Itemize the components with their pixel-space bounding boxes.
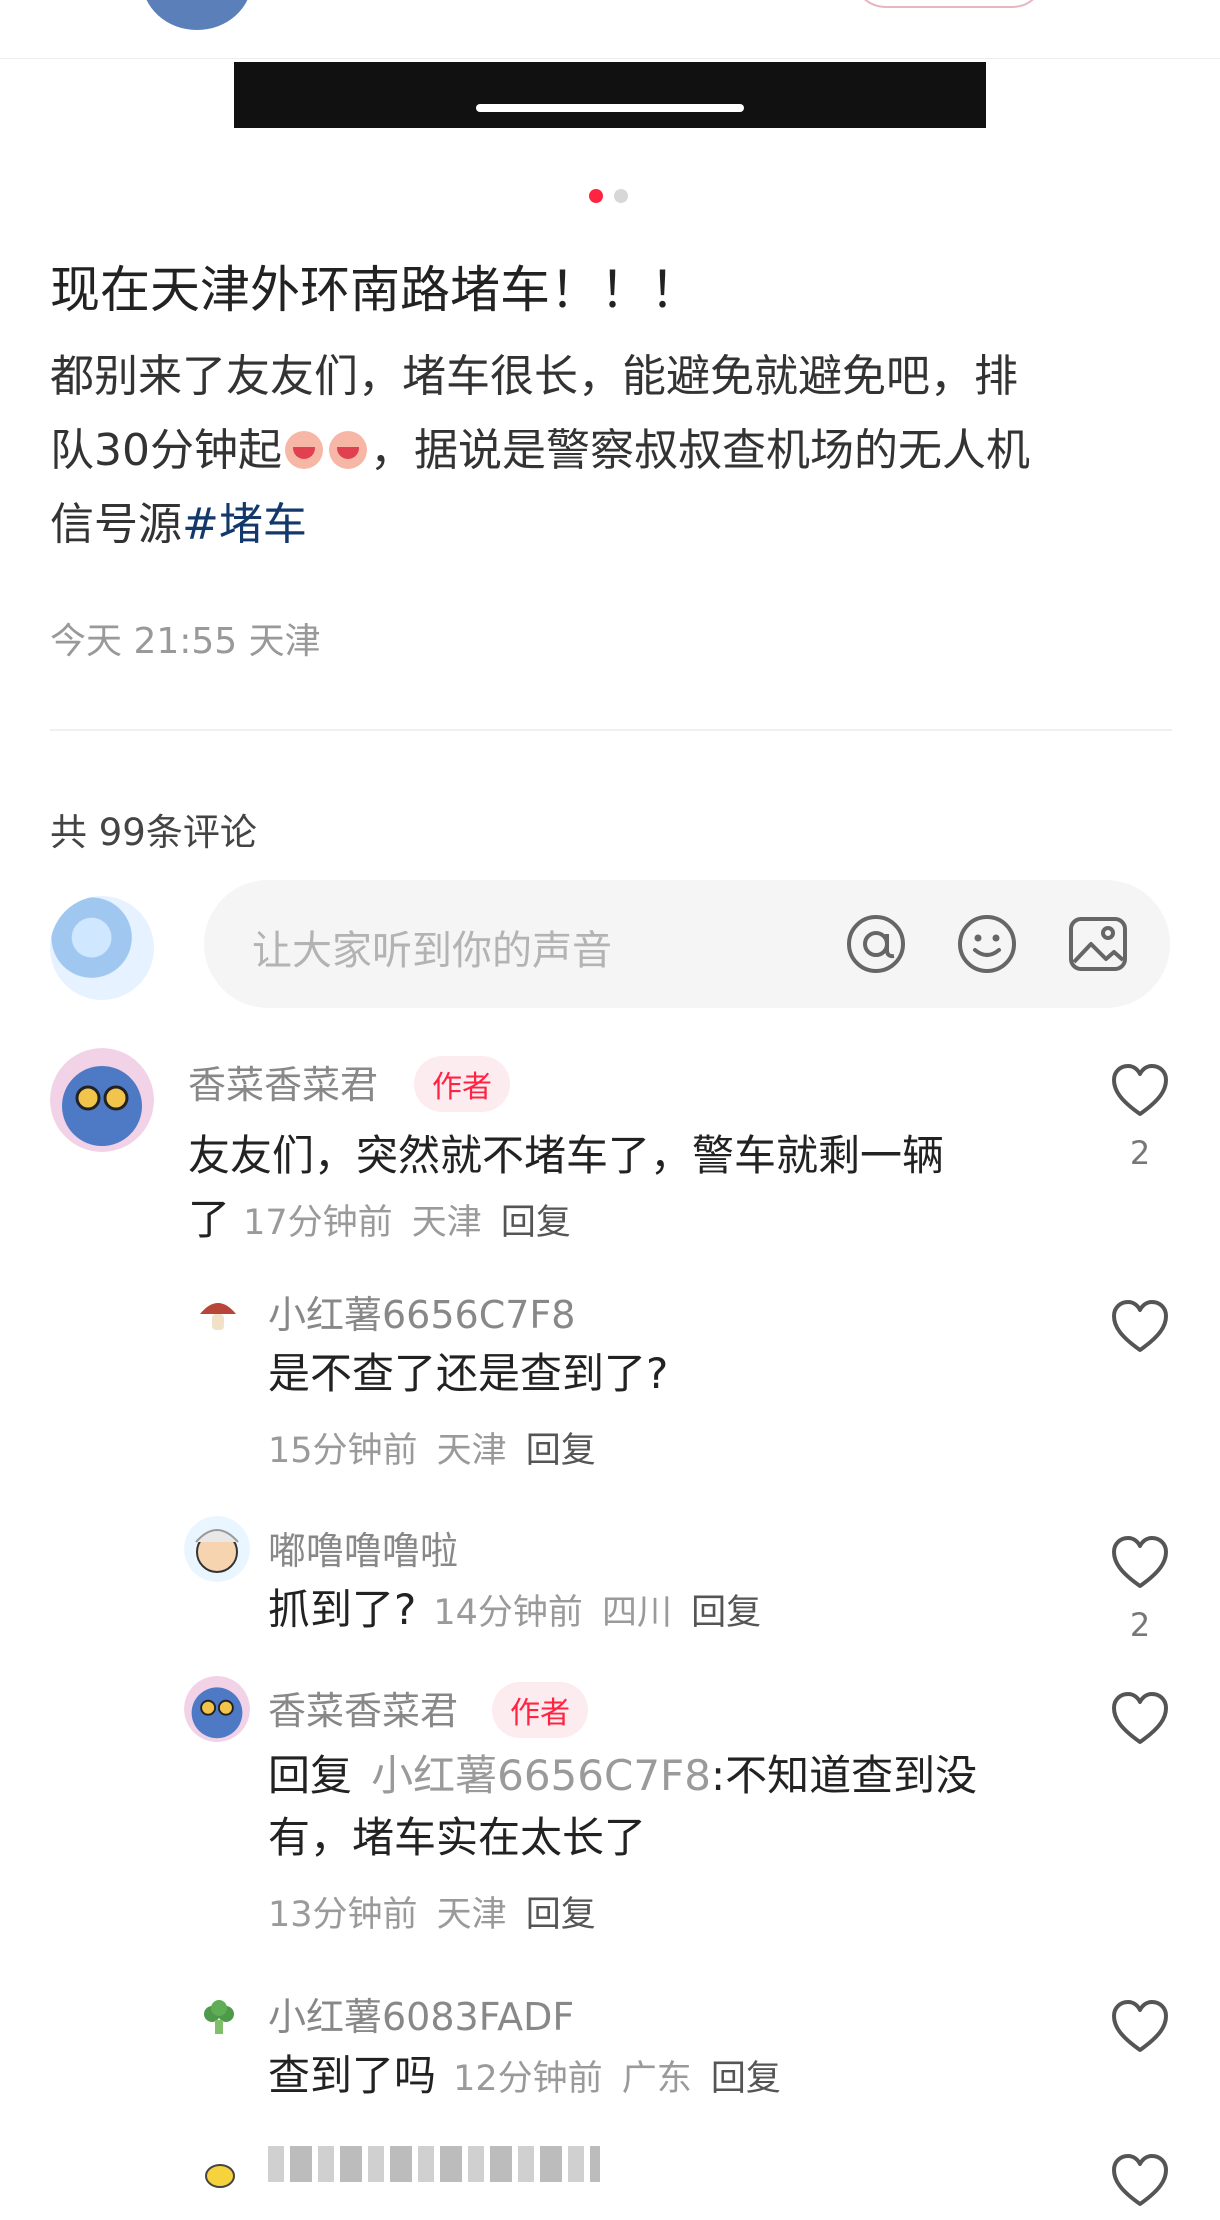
like-count: 2	[1129, 1134, 1151, 1172]
commenter-name[interactable]: 小红薯6083FADF	[268, 1986, 574, 2041]
like-icon[interactable]	[1110, 1998, 1170, 2054]
comment-text[interactable]: 回复 小红薯6656C7F8:不知道查到没	[268, 1744, 977, 1808]
reply-button[interactable]: 回复	[526, 1895, 596, 1935]
post-body-line-1: 都别来了友友们，堵车很长，能避免就避免吧，排	[50, 351, 1018, 402]
divider	[50, 729, 1172, 731]
commenter-avatar[interactable]	[184, 1676, 250, 1742]
post-title: 现在天津外环南路堵车！！！	[50, 261, 700, 319]
commenter-name[interactable]: 小红薯6656C7F8	[268, 1284, 575, 1339]
carousel-dot-active[interactable]	[589, 189, 603, 203]
reply-button[interactable]: 回复	[501, 1203, 571, 1243]
post-body-line-3: 信号源#堵车	[50, 499, 307, 550]
image-icon[interactable]	[1066, 912, 1130, 976]
post-meta: 今天 21:55 天津	[50, 621, 321, 662]
comment-line: 查到了吗 12分钟前 广东 回复	[268, 2051, 781, 2100]
post-body: 都别来了友友们，堵车很长，能避免就避免吧，排 队30分钟起 ，据说是警察叔叔查机场…	[50, 340, 1180, 562]
comment-line-2: 了 17分钟前 天津 回复	[188, 1195, 571, 1244]
comment-meta: 13分钟前 天津 回复	[268, 1895, 596, 1935]
crying-face-icon	[285, 431, 323, 469]
follow-button[interactable]	[852, 0, 1046, 8]
like-icon[interactable]	[1110, 2152, 1170, 2208]
hashtag-link[interactable]: #堵车	[182, 499, 307, 550]
commenter-avatar[interactable]	[200, 2154, 240, 2194]
commenter-avatar[interactable]	[194, 1290, 242, 1338]
crying-face-icon	[329, 431, 367, 469]
post-media[interactable]	[234, 62, 986, 128]
like-icon[interactable]	[1110, 1690, 1170, 1746]
carousel-dot[interactable]	[614, 189, 628, 203]
reply-button[interactable]: 回复	[711, 2059, 781, 2099]
comment-line: 抓到了? 14分钟前 四川 回复	[268, 1585, 762, 1634]
reply-button[interactable]: 回复	[691, 1593, 761, 1633]
media-progress-handle	[476, 104, 744, 112]
mention-icon[interactable]	[844, 912, 908, 976]
obscured-commenter-name	[268, 2146, 600, 2182]
commenter-avatar[interactable]	[184, 1516, 250, 1582]
comment-meta: 15分钟前 天津 回复	[268, 1431, 596, 1471]
comment-text[interactable]: 是不查了还是查到了?	[268, 1342, 668, 1406]
comment-count: 共 99条评论	[50, 811, 257, 854]
commenter-avatar[interactable]	[50, 1048, 154, 1152]
commenter-avatar[interactable]	[196, 1996, 242, 2042]
reply-target[interactable]: 小红薯6656C7F8	[371, 1751, 711, 1800]
author-badge: 作者	[492, 1682, 588, 1738]
comment-text[interactable]: 抓到了?	[268, 1585, 416, 1634]
like-count: 2	[1129, 1606, 1151, 1644]
commenter-name[interactable]: 香菜香菜君	[268, 1680, 458, 1735]
like-icon[interactable]	[1110, 1062, 1170, 1118]
author-avatar[interactable]	[142, 0, 252, 30]
commenter-name[interactable]: 香菜香菜君	[188, 1054, 378, 1109]
comment-text[interactable]: 查到了吗	[268, 2051, 436, 2100]
comment-text-line-2[interactable]: 有，堵车实在太长了	[268, 1806, 646, 1870]
comment-text[interactable]: 友友们，突然就不堵车了，警车就剩一辆	[188, 1124, 944, 1188]
my-avatar	[50, 896, 154, 1000]
author-badge: 作者	[414, 1056, 510, 1112]
header-divider	[0, 58, 1220, 59]
emoji-icon[interactable]	[955, 912, 1019, 976]
like-icon[interactable]	[1110, 1298, 1170, 1354]
reply-button[interactable]: 回复	[526, 1431, 596, 1471]
comment-input-placeholder[interactable]: 让大家听到你的声音	[252, 918, 612, 976]
post-body-line-2: 队30分钟起 ，据说是警察叔叔查机场的无人机	[50, 425, 1030, 476]
commenter-name[interactable]: 嘟噜噜噜啦	[268, 1520, 458, 1575]
like-icon[interactable]	[1110, 1534, 1170, 1590]
